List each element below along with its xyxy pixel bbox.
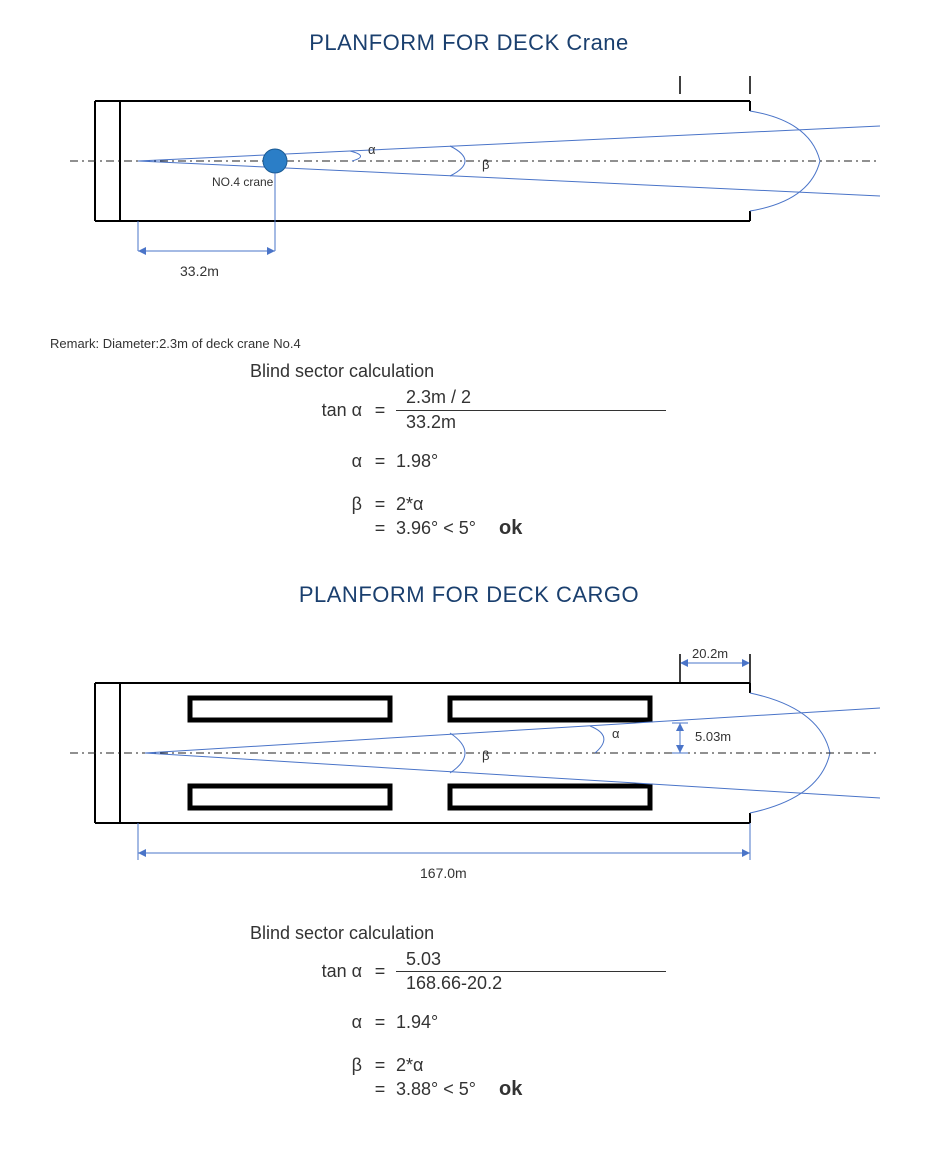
alpha-sym-2: α: [250, 1012, 370, 1033]
frac-den-1: 33.2m: [396, 411, 516, 433]
beta-sym-1: β: [250, 494, 370, 515]
two-alpha-1: 2*α: [390, 494, 423, 515]
eq: =: [370, 518, 390, 539]
tan-alpha-2: tan α: [250, 961, 370, 982]
section-1-title: PLANFORM FOR DECK Crane: [50, 30, 888, 56]
ok-2: ok: [499, 1078, 522, 1100]
eq: =: [370, 494, 390, 515]
dim-20-2: 20.2m: [692, 646, 728, 661]
eq: =: [370, 451, 390, 472]
calc-block-2: Blind sector calculation tan α = 5.03 16…: [250, 923, 888, 1102]
frac-den-2: 168.66-20.2: [396, 972, 516, 994]
beta-label-1: β: [482, 157, 489, 172]
eq: =: [370, 1079, 390, 1100]
eq: =: [370, 961, 390, 982]
tan-alpha-1: tan α: [250, 400, 370, 421]
beta-label-2: β: [482, 748, 489, 763]
crane-label: NO.4 crane: [212, 175, 274, 189]
dim-5-03: 5.03m: [695, 729, 731, 744]
eq: =: [370, 1012, 390, 1033]
remark-text: Remark: Diameter:2.3m of deck crane No.4: [50, 336, 888, 351]
beta-result-1: 3.96° < 5°: [396, 518, 476, 538]
alpha-sym-1: α: [250, 451, 370, 472]
beta-result-2: 3.88° < 5°: [396, 1079, 476, 1099]
dim-167: 167.0m: [420, 865, 467, 881]
frac-num-1: 2.3m / 2: [396, 388, 516, 411]
alpha-label-1: α: [368, 142, 376, 157]
calc-block-1: Blind sector calculation tan α = 2.3m / …: [250, 361, 888, 540]
beta-sym-2: β: [250, 1055, 370, 1076]
alpha-label-2: α: [612, 726, 620, 741]
eq: =: [370, 400, 390, 421]
diagram-cargo: α β 20.2m 5.03m 167.0m: [50, 628, 888, 923]
frac-num-2: 5.03: [396, 950, 516, 973]
alpha-val-2: 1.94°: [390, 1012, 438, 1033]
alpha-val-1: 1.98°: [390, 451, 438, 472]
calc-title-2: Blind sector calculation: [250, 923, 888, 944]
eq: =: [370, 1055, 390, 1076]
diagram-crane: α β NO.4 crane 33.2m: [50, 76, 888, 321]
calc-title-1: Blind sector calculation: [250, 361, 888, 382]
two-alpha-2: 2*α: [390, 1055, 423, 1076]
section-2-title: PLANFORM FOR DECK CARGO: [50, 582, 888, 608]
ok-1: ok: [499, 517, 522, 539]
dim-33-2: 33.2m: [180, 263, 219, 279]
